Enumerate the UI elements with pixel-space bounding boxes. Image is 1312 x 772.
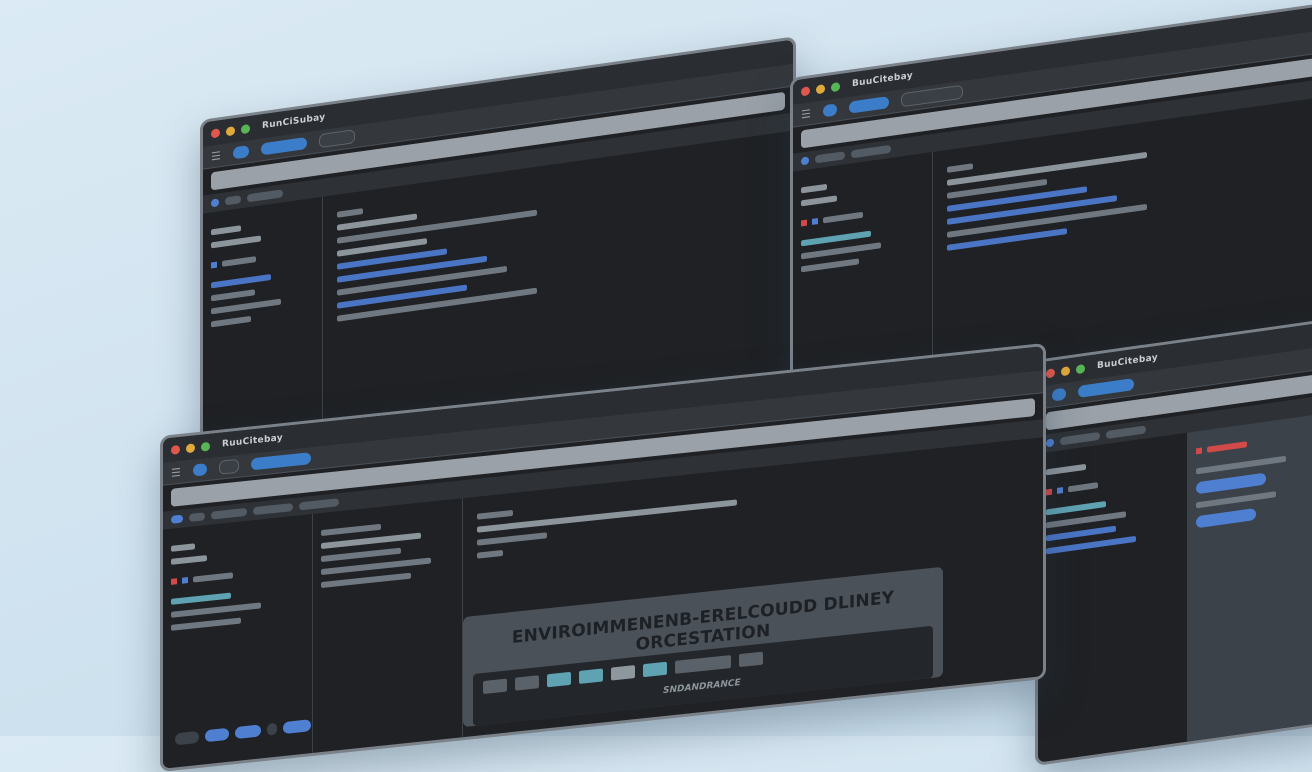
sidebar-item[interactable] (171, 555, 207, 565)
sidebar-item[interactable] (171, 617, 241, 631)
tab-file[interactable] (1078, 378, 1134, 398)
editor-body (1038, 411, 1312, 766)
filter-chip[interactable] (189, 512, 205, 522)
minimize-icon[interactable] (1061, 365, 1070, 376)
filter-chip[interactable] (299, 498, 339, 511)
status-pill[interactable] (267, 722, 277, 736)
filter-chip[interactable] (225, 195, 241, 206)
maximize-icon[interactable] (241, 123, 250, 134)
sidebar-item[interactable] (801, 258, 859, 273)
filter-chip[interactable] (211, 507, 247, 520)
menu-icon[interactable]: ☰ (171, 465, 181, 479)
sidebar-item[interactable] (171, 592, 231, 605)
menu-icon[interactable]: ☰ (801, 107, 811, 121)
sidebar-item[interactable] (823, 211, 863, 224)
close-icon[interactable] (171, 444, 180, 455)
status-pill[interactable] (175, 730, 199, 746)
filter-chip[interactable] (171, 514, 183, 524)
sidebar-item[interactable] (171, 543, 195, 552)
tray-button[interactable] (643, 661, 667, 678)
toggle-button[interactable] (1196, 472, 1266, 495)
tab-inactive[interactable] (318, 129, 355, 149)
sidebar-item[interactable] (1046, 463, 1086, 476)
filter-chip[interactable] (1106, 425, 1146, 440)
sidebar-item[interactable] (211, 235, 261, 249)
close-icon[interactable] (801, 85, 810, 96)
list-item[interactable] (321, 523, 381, 537)
sidebar-item[interactable] (211, 298, 281, 315)
maximize-icon[interactable] (1076, 363, 1085, 374)
minimize-icon[interactable] (226, 125, 235, 136)
close-icon[interactable] (1046, 367, 1055, 378)
tab-inactive[interactable] (900, 84, 963, 108)
tab-file[interactable] (848, 96, 889, 114)
tab-active[interactable] (822, 103, 837, 118)
filter-chip[interactable] (1060, 431, 1100, 446)
filter-chip[interactable] (851, 144, 891, 159)
window-title: BuuCitebay (852, 70, 913, 90)
tray-button[interactable] (515, 675, 539, 691)
window-title: RuuCitebay (222, 433, 283, 450)
filter-chip[interactable] (1046, 438, 1054, 448)
tray-button[interactable] (579, 668, 603, 684)
sidebar-item[interactable] (171, 602, 261, 618)
filter-chip[interactable] (247, 189, 283, 203)
editor-window-side: BuuCitebay (1035, 316, 1312, 766)
filter-chip[interactable] (815, 151, 845, 164)
sidebar-item[interactable] (211, 289, 255, 302)
sidebar-item[interactable] (222, 256, 256, 267)
tab-active[interactable] (192, 463, 207, 477)
list-item[interactable] (321, 532, 421, 550)
maximize-icon[interactable] (831, 81, 840, 92)
list-item[interactable] (321, 547, 401, 563)
sidebar-item[interactable] (193, 572, 233, 583)
sidebar-item[interactable] (1068, 482, 1098, 493)
tray-button[interactable] (547, 671, 571, 688)
tray-button[interactable] (675, 654, 731, 674)
window-title: BuuCitebay (1097, 352, 1158, 372)
tray-button[interactable] (739, 651, 763, 668)
menu-icon[interactable]: ☰ (211, 149, 221, 163)
sidebar-item[interactable] (801, 242, 881, 260)
close-icon[interactable] (211, 127, 220, 138)
sidebar-item[interactable] (211, 274, 271, 289)
toggle-button[interactable] (1196, 507, 1256, 529)
sidebar-item[interactable] (801, 183, 827, 194)
minimize-icon[interactable] (816, 83, 825, 94)
tab-file[interactable] (250, 452, 311, 471)
sidebar-item[interactable] (211, 315, 251, 328)
filter-chip[interactable] (801, 156, 809, 166)
status-pill[interactable] (205, 727, 229, 743)
tab-active[interactable] (232, 145, 249, 160)
file-list (313, 498, 463, 756)
tab-file[interactable] (260, 136, 307, 156)
tab-active[interactable] (1052, 387, 1066, 402)
minimize-icon[interactable] (186, 442, 195, 453)
settings-panel (1188, 411, 1312, 745)
sidebar-item[interactable] (801, 195, 837, 207)
window-title: RunCiSubay (262, 112, 326, 132)
sidebar (1038, 432, 1188, 766)
sidebar-item[interactable] (1046, 501, 1106, 516)
tab-inactive[interactable] (218, 458, 239, 475)
filter-chip[interactable] (253, 503, 293, 516)
filter-chip[interactable] (211, 198, 219, 208)
tray-button[interactable] (483, 678, 507, 695)
list-item[interactable] (321, 572, 411, 589)
tray-button[interactable] (611, 665, 635, 681)
maximize-icon[interactable] (201, 441, 210, 452)
sidebar-item[interactable] (211, 225, 241, 236)
